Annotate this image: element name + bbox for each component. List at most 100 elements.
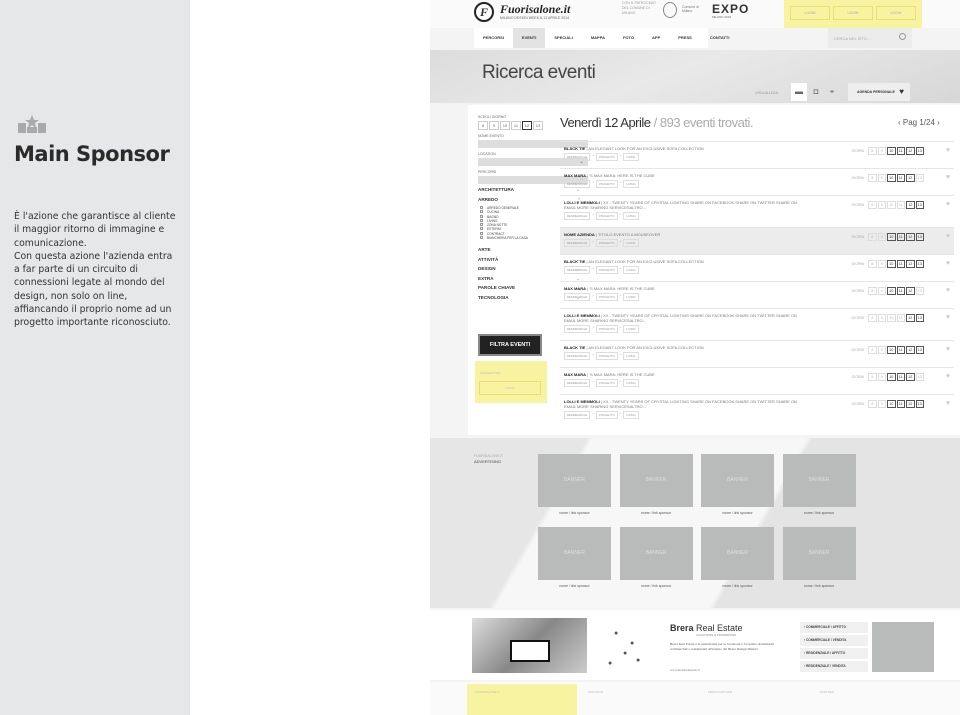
event-day[interactable]: 12 (906, 400, 915, 408)
brera-link[interactable]: › COMMERCIALE / AFFITTO (800, 622, 868, 633)
newsletter-button[interactable]: LOGO (479, 381, 541, 395)
sponsor-link[interactable]: nome / link sponsor (538, 511, 611, 515)
sponsor-link[interactable]: nome / link sponsor (701, 584, 774, 588)
event-row[interactable]: LOLLI E MEMMOLI | XX - TWENTY YEARS OF C… (560, 195, 954, 227)
event-tag[interactable]: RESIDENZIALE (564, 180, 591, 188)
heart-icon[interactable]: ♥ (946, 201, 950, 208)
banner-placeholder[interactable]: BANNER (538, 454, 611, 507)
event-day[interactable]: 12 (906, 233, 915, 241)
heart-icon[interactable]: ♥ (946, 400, 950, 407)
event-day[interactable]: 10 (887, 174, 896, 182)
event-title[interactable]: BLACK TIE | AN ELEGANT LOOK FOR AN EXCLU… (564, 146, 804, 151)
event-day[interactable]: 8 (868, 346, 877, 354)
event-tag[interactable]: LIVING (623, 153, 639, 161)
checkbox-icon[interactable] (480, 227, 483, 231)
event-day[interactable]: 13 (915, 147, 924, 155)
day-button[interactable]: 9 (489, 121, 499, 130)
event-day[interactable]: 12 (906, 174, 915, 182)
checkbox-icon[interactable] (480, 214, 483, 218)
event-tag[interactable]: RESIDENZIALE (564, 379, 591, 387)
event-tag[interactable]: LIVING (623, 352, 639, 360)
event-day[interactable]: 11 (896, 400, 905, 408)
event-day[interactable]: 11 (896, 174, 905, 182)
event-title[interactable]: LOLLI E MEMMOLI | XX - TWENTY YEARS OF C… (564, 200, 804, 210)
event-tag[interactable]: PROGETTO (595, 293, 618, 301)
event-day[interactable]: 9 (877, 201, 886, 209)
event-row[interactable]: BLACK TIE | AN ELEGANT LOOK FOR AN EXCLU… (560, 340, 954, 367)
event-day[interactable]: 9 (877, 373, 886, 381)
event-title[interactable]: MAX MARA | 'S MAX MARA: HERE IS THE CUBE (564, 286, 804, 291)
banner-placeholder[interactable]: BANNER (619, 527, 693, 580)
nav-item-percorsi[interactable]: PERCORSI (474, 28, 513, 48)
checkbox-icon[interactable] (480, 218, 483, 222)
event-day[interactable]: 12 (906, 287, 915, 295)
login-button[interactable]: LOGIN (790, 6, 830, 20)
event-day[interactable]: 8 (868, 400, 877, 408)
event-row[interactable]: BLACK TIE | AN ELEGANT LOOK FOR AN EXCLU… (560, 141, 954, 168)
nav-item-eventi[interactable]: EVENTI (512, 28, 546, 48)
checkbox-icon[interactable] (480, 223, 483, 227)
brera-link[interactable]: › RESIDENZIALE / AFFITTO (800, 648, 868, 659)
event-day[interactable]: 9 (877, 147, 886, 155)
event-tag[interactable]: PROGETTO (595, 325, 618, 333)
event-row[interactable]: MAX MARA | 'S MAX MARA: HERE IS THE CUBE… (560, 367, 954, 394)
event-tag[interactable]: RESIDENZIALE (564, 325, 591, 333)
event-row[interactable]: LOLLI E MEMMOLI | XX - TWENTY YEARS OF C… (560, 394, 954, 426)
sponsor-link[interactable]: nome / link sponsor (538, 584, 611, 588)
event-day[interactable]: 13 (915, 287, 924, 295)
sponsor-link[interactable]: nome / link sponsor (783, 584, 856, 588)
banner-placeholder[interactable]: BANNER (538, 527, 611, 580)
event-day[interactable]: 10 (887, 233, 896, 241)
event-day[interactable]: 12 (906, 346, 915, 354)
heart-icon[interactable]: ♥ (946, 373, 950, 380)
event-row[interactable]: MAX MARA | 'S MAX MARA: HERE IS THE CUBE… (560, 168, 954, 195)
event-title[interactable]: BLACK TIE | AN ELEGANT LOOK FOR AN EXCLU… (564, 345, 804, 350)
event-day[interactable]: 8 (868, 174, 877, 182)
event-tag[interactable]: LIVING (623, 379, 639, 387)
heart-icon[interactable]: ♥ (946, 147, 950, 154)
search-icon[interactable] (899, 33, 906, 40)
brera-link[interactable]: › COMMERCIALE / VENDITA (800, 635, 868, 646)
event-tag[interactable]: RESIDENZIALE (564, 266, 591, 274)
event-tag[interactable]: PROGETTO (595, 352, 618, 360)
event-day[interactable]: 9 (877, 400, 886, 408)
heart-icon[interactable]: ♥ (946, 233, 950, 240)
event-tag[interactable]: RESIDENZIALE (564, 411, 591, 419)
event-row[interactable]: LOLLI E MEMMOLI | XX - TWENTY YEARS OF C… (560, 308, 954, 340)
sponsor-link[interactable]: nome / link sponsor (620, 511, 693, 515)
event-tag[interactable]: LIVING (623, 293, 639, 301)
event-tag[interactable]: PROGETTO (595, 266, 618, 274)
event-day[interactable]: 10 (887, 287, 896, 295)
event-tag[interactable]: LIVING (623, 411, 639, 419)
event-title[interactable]: MAX MARA | 'S MAX MARA: HERE IS THE CUBE (564, 372, 804, 377)
brera-real-estate-ad[interactable]: ● ● ● ● ● Brera Real Estate LOCATIONS & … (430, 610, 960, 680)
event-day[interactable]: 11 (896, 147, 905, 155)
heart-icon[interactable]: ♥ (946, 314, 950, 321)
event-row[interactable]: MAX MARA | 'S MAX MARA: HERE IS THE CUBE… (560, 281, 954, 308)
event-day[interactable]: 13 (915, 201, 924, 209)
event-day[interactable]: 9 (877, 233, 886, 241)
event-day[interactable]: 9 (877, 346, 886, 354)
event-day[interactable]: 10 (887, 400, 896, 408)
day-button[interactable]: 11 (511, 121, 521, 130)
event-day[interactable]: 11 (896, 287, 905, 295)
banner-placeholder[interactable]: BANNER (782, 454, 856, 507)
event-row[interactable]: NOME AZIENDA | TITOLO EVENTO A MOUSEOVER… (560, 227, 954, 254)
event-row[interactable]: BLACK TIE | AN ELEGANT LOOK FOR AN EXCLU… (560, 254, 954, 281)
day-button[interactable]: 12 (522, 121, 532, 130)
event-tag[interactable]: LIVING (623, 212, 639, 220)
next-page-icon[interactable]: › (935, 118, 940, 127)
nav-item-contatti[interactable]: CONTATTI (701, 28, 739, 48)
list-icon[interactable]: ▬ (791, 83, 807, 101)
event-tag[interactable]: RESIDENZIALE (564, 352, 591, 360)
agenda-button[interactable]: AGENDA PERSONALE ♥ (848, 83, 910, 101)
event-day[interactable]: 13 (915, 233, 924, 241)
nav-item-foto[interactable]: FOTO (614, 28, 643, 48)
event-day[interactable]: 8 (868, 147, 877, 155)
event-tag[interactable]: PROGETTO (595, 411, 618, 419)
search-input[interactable]: CERCA NEL SITO... (828, 28, 912, 48)
banner-placeholder[interactable]: BANNER (701, 527, 774, 580)
checkbox-icon[interactable] (480, 206, 483, 209)
event-tag[interactable]: PROGETTO (595, 212, 618, 220)
event-day[interactable]: 9 (877, 314, 886, 322)
